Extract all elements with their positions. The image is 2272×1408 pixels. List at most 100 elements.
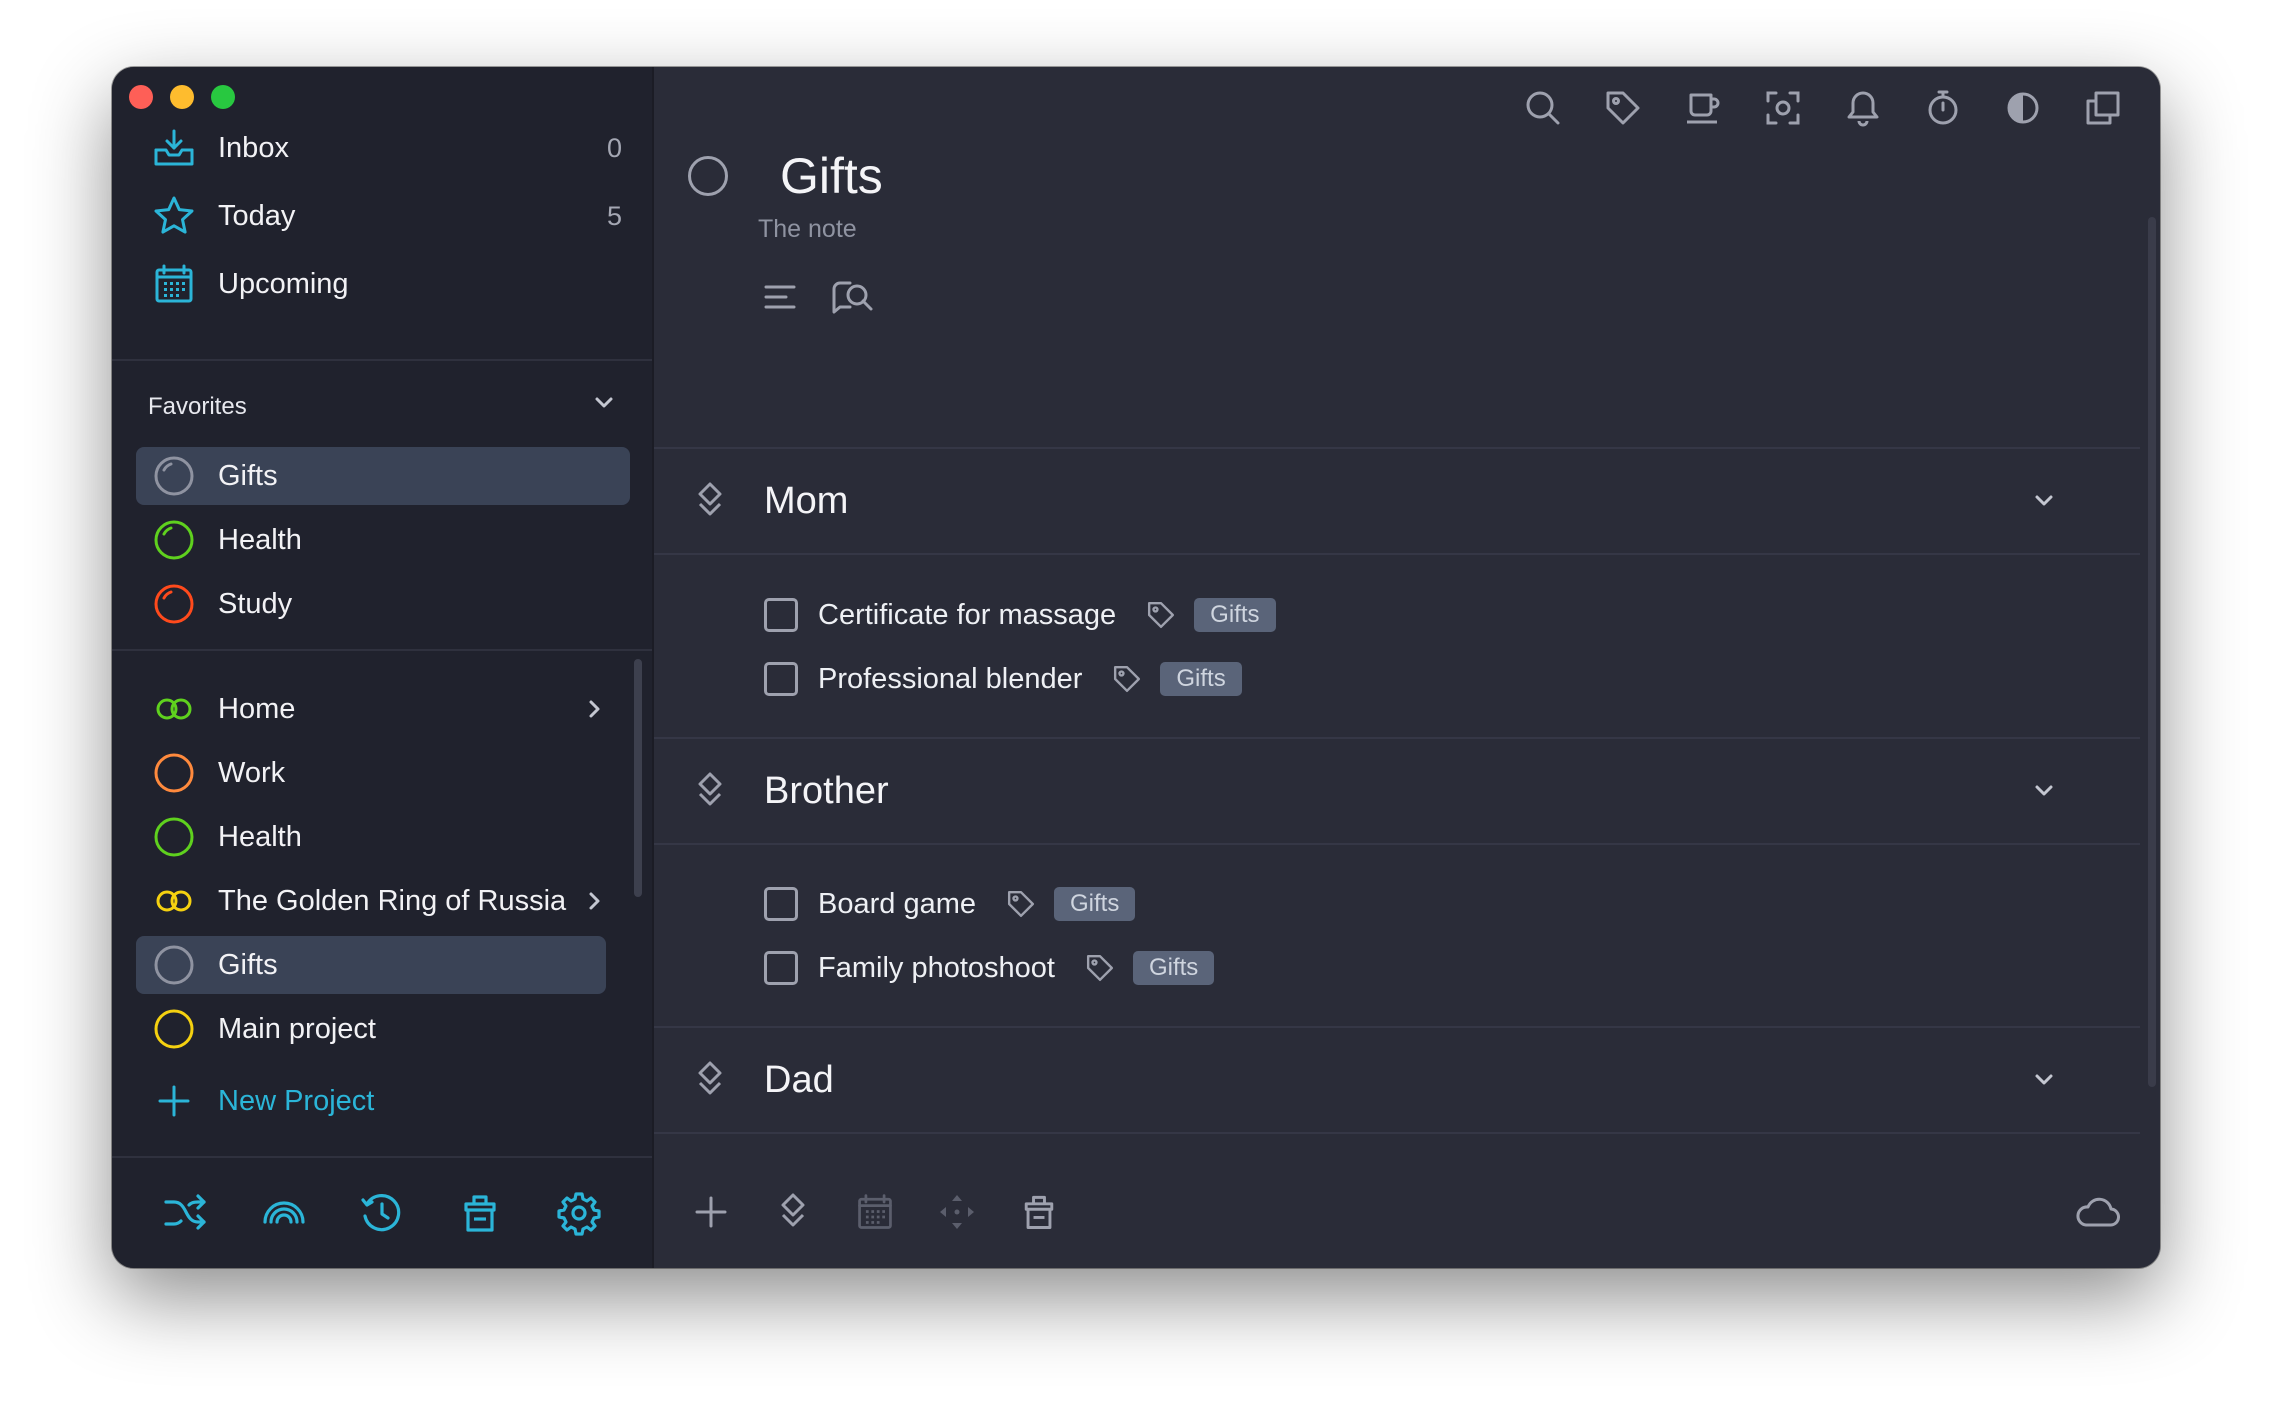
- task-checkbox[interactable]: [764, 951, 798, 985]
- task-checkbox[interactable]: [764, 887, 798, 921]
- tag-badge[interactable]: Gifts: [1194, 598, 1276, 632]
- sidebar-item-label: Today: [218, 199, 296, 232]
- section-header-dad[interactable]: Dad: [654, 1026, 2140, 1134]
- project-item-golden-ring[interactable]: The Golden Ring of Russia: [136, 872, 610, 930]
- inbox-icon: [146, 120, 202, 176]
- project-label: The Golden Ring of Russia: [218, 884, 567, 917]
- duplicate-window-icon[interactable]: [2082, 87, 2124, 129]
- trash-icon[interactable]: [1012, 1185, 1066, 1239]
- coffee-cup-icon[interactable]: [1682, 87, 1724, 129]
- section-icon: [690, 771, 730, 811]
- favorite-item-study[interactable]: Study: [136, 575, 630, 633]
- gear-icon[interactable]: [552, 1186, 606, 1240]
- tag-icon: [1144, 598, 1178, 632]
- project-label: Home: [218, 692, 296, 725]
- favorite-item-health[interactable]: Health: [136, 511, 630, 569]
- section-header-brother[interactable]: Brother: [654, 737, 2140, 845]
- tag-badge[interactable]: Gifts: [1054, 887, 1136, 921]
- page-title[interactable]: Gifts: [780, 147, 883, 205]
- tag-icon[interactable]: [1602, 87, 1644, 129]
- add-task-icon[interactable]: [684, 1185, 738, 1239]
- calendar-icon[interactable]: [848, 1185, 902, 1239]
- task-row[interactable]: Professional blender Gifts: [764, 654, 1242, 704]
- progress-ring-icon: [146, 576, 202, 632]
- search-icon[interactable]: [1522, 87, 1564, 129]
- chevron-down-icon[interactable]: [2028, 1064, 2060, 1096]
- progress-ring-icon: [146, 512, 202, 568]
- history-icon[interactable]: [355, 1186, 409, 1240]
- sidebar-divider: [112, 359, 652, 361]
- project-item-health[interactable]: Health: [136, 808, 630, 866]
- task-row[interactable]: Board game Gifts: [764, 879, 1136, 929]
- close-window-button[interactable]: [129, 85, 153, 109]
- toolbar: [1522, 87, 2124, 129]
- new-project-label: New Project: [218, 1084, 375, 1117]
- focus-icon[interactable]: [1762, 87, 1804, 129]
- tag-icon: [1004, 887, 1038, 921]
- section-title: Brother: [764, 769, 889, 812]
- search-comment-icon[interactable]: [830, 277, 876, 322]
- project-item-home[interactable]: Home: [136, 680, 610, 738]
- window-controls: [129, 85, 235, 109]
- task-name[interactable]: Board game: [818, 888, 976, 921]
- project-note[interactable]: The note: [758, 215, 857, 244]
- sidebar-item-label: Upcoming: [218, 267, 349, 300]
- tag-badge[interactable]: Gifts: [1132, 951, 1215, 985]
- favorites-label: Favorites: [148, 392, 247, 420]
- progress-ring-icon: [146, 448, 202, 504]
- project-label: Health: [218, 820, 302, 853]
- ring-icon: [146, 937, 202, 993]
- favorite-label: Gifts: [218, 459, 278, 492]
- task-row[interactable]: Family photoshoot Gifts: [764, 943, 1215, 993]
- stopwatch-icon[interactable]: [1922, 87, 1964, 129]
- trash-icon[interactable]: [453, 1186, 507, 1240]
- cloud-sync-icon[interactable]: [2070, 1186, 2124, 1240]
- task-checkbox[interactable]: [764, 662, 798, 696]
- chevron-down-icon[interactable]: [2028, 485, 2060, 517]
- main-scrollbar[interactable]: [2148, 217, 2156, 1087]
- tag-badge[interactable]: Gifts: [1160, 662, 1242, 696]
- sidebar: Inbox 0 Today 5 Upcoming Favorites Gifts…: [112, 67, 654, 1268]
- task-name[interactable]: Family photoshoot: [818, 952, 1055, 985]
- project-item-gifts[interactable]: Gifts: [136, 936, 606, 994]
- task-row[interactable]: Certificate for massage Gifts: [764, 590, 1276, 640]
- sidebar-item-label: Inbox: [218, 131, 289, 164]
- move-icon[interactable]: [930, 1185, 984, 1239]
- sidebar-item-today[interactable]: Today 5: [136, 187, 630, 245]
- chevron-down-icon[interactable]: [590, 389, 618, 424]
- main-panel: Gifts The note Mom Certificate for massa…: [654, 67, 2160, 1268]
- favorite-item-gifts[interactable]: Gifts: [136, 447, 630, 505]
- task-name[interactable]: Professional blender: [818, 663, 1082, 696]
- chevron-right-icon[interactable]: [580, 887, 608, 915]
- new-project-button[interactable]: New Project: [136, 1072, 630, 1130]
- sidebar-item-upcoming[interactable]: Upcoming: [136, 255, 630, 313]
- section-icon: [690, 1060, 730, 1100]
- sidebar-item-inbox[interactable]: Inbox 0: [136, 119, 630, 177]
- double-ring-icon: [146, 681, 202, 737]
- align-left-icon[interactable]: [760, 277, 800, 322]
- chevron-right-icon[interactable]: [580, 695, 608, 723]
- section-header-mom[interactable]: Mom: [654, 447, 2140, 555]
- note-tools: [760, 277, 876, 322]
- rainbow-icon[interactable]: [257, 1186, 311, 1240]
- favorites-header[interactable]: Favorites: [148, 389, 618, 424]
- shuffle-icon[interactable]: [158, 1186, 212, 1240]
- project-status-circle[interactable]: [688, 156, 728, 196]
- task-name[interactable]: Certificate for massage: [818, 599, 1116, 632]
- section-icon: [690, 481, 730, 521]
- project-item-work[interactable]: Work: [136, 744, 630, 802]
- minimize-window-button[interactable]: [170, 85, 194, 109]
- plus-icon: [146, 1073, 202, 1129]
- ring-icon: [146, 809, 202, 865]
- ring-icon: [146, 1001, 202, 1057]
- bell-icon[interactable]: [1842, 87, 1884, 129]
- add-section-icon[interactable]: [766, 1185, 820, 1239]
- project-item-main-project[interactable]: Main project: [136, 1000, 630, 1058]
- sidebar-scrollbar[interactable]: [634, 659, 642, 897]
- task-checkbox[interactable]: [764, 598, 798, 632]
- zoom-window-button[interactable]: [211, 85, 235, 109]
- project-header: Gifts: [688, 147, 883, 205]
- contrast-icon[interactable]: [2002, 87, 2044, 129]
- sidebar-divider: [112, 649, 652, 651]
- chevron-down-icon[interactable]: [2028, 775, 2060, 807]
